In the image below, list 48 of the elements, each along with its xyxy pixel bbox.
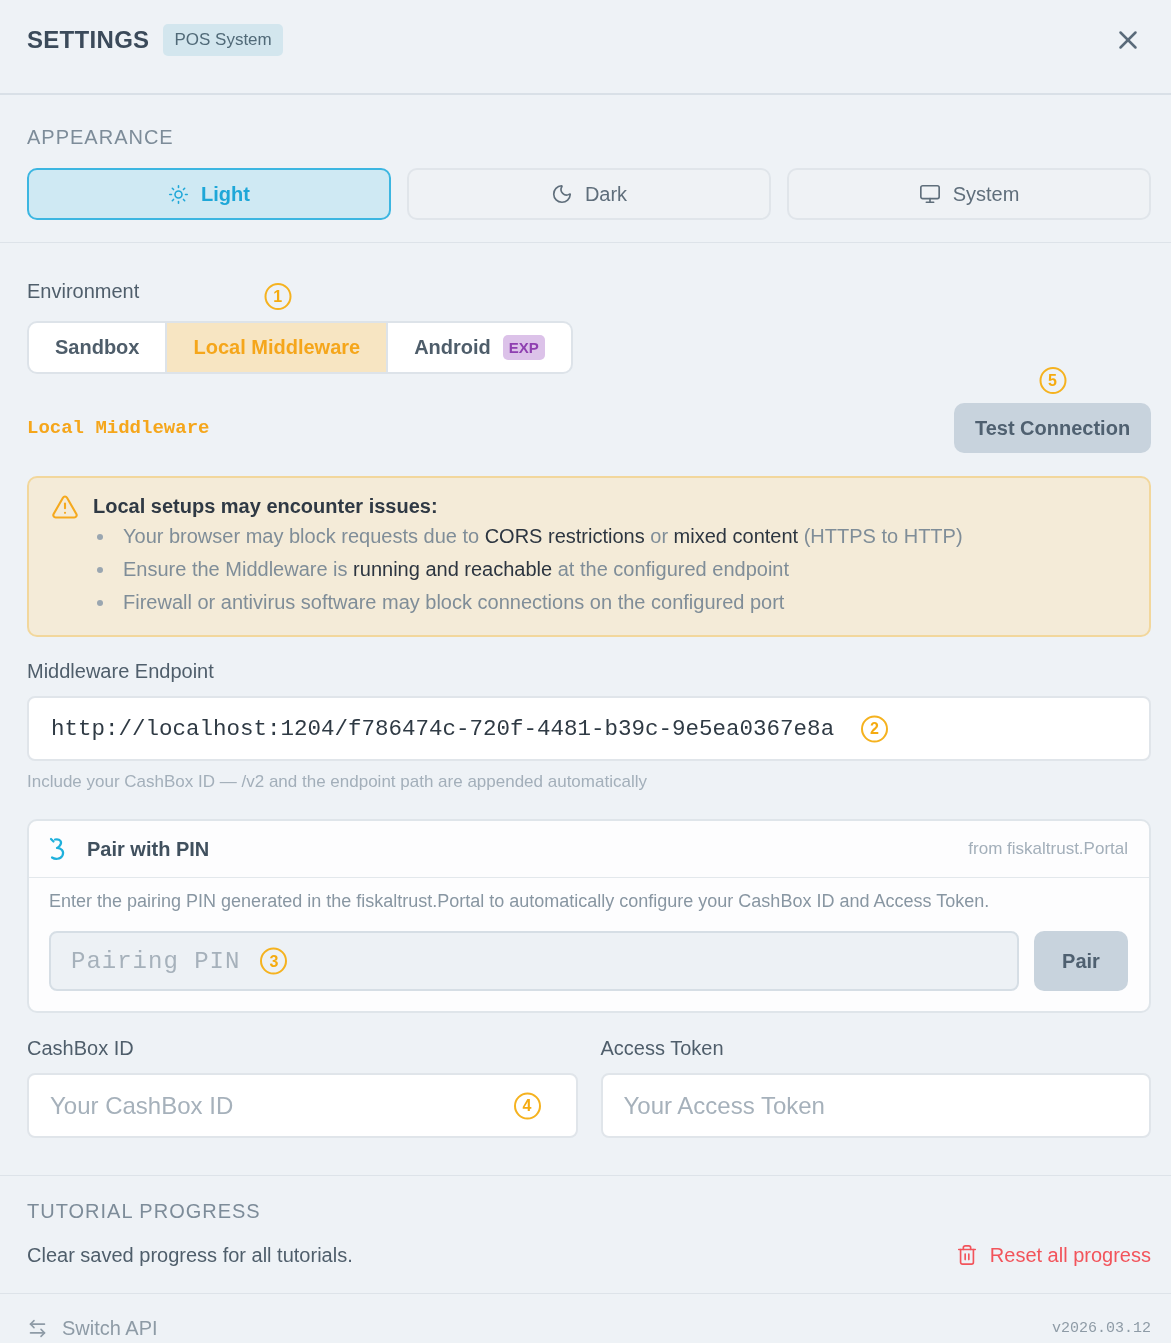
field-label: Access Token [600,1036,724,1060]
title-badge: POS System [163,23,283,56]
switch-api-button[interactable]: Switch API [27,1316,158,1340]
environment-tab[interactable]: Android EXP [388,321,573,374]
warning-title: Local setups may encounter issues: [93,494,438,519]
tab-label: Android [414,336,491,359]
step-marker: 3 [260,947,288,975]
section-heading: APPEARANCE [27,125,174,149]
card-source: from fiskaltrust.Portal [968,839,1128,859]
sun-icon [168,183,190,205]
section-heading: TUTORIAL PROGRESS [27,1199,261,1223]
tab-badge: EXP [502,335,545,360]
warning-icon [51,493,79,521]
warning-item: Ensure the Middleware is running and reachable at the configured endpoint [123,558,789,581]
version-label: v2026.03.12 [1051,1319,1151,1337]
step-marker: 4 [513,1092,541,1119]
theme-option[interactable]: System [787,168,1151,220]
window-title: SETTINGS [27,25,150,54]
field-hint: Include your CashBox ID — /v2 and the endpoint path are appended automatically [27,772,647,792]
tutorial-description: Clear saved progress for all tutorials. [27,1243,353,1267]
card-description: Enter the pairing PIN generated in the fiskaltrust.Portal to automatically configure your CashBox ID and Access Token. [49,890,990,913]
input-field[interactable]: Your Access Token [600,1073,1151,1138]
bullet-icon [97,566,103,573]
reset-progress-button[interactable]: Reset all progress [955,1243,1151,1267]
squiggle-icon [49,837,67,861]
test-connection-button[interactable]: Test Connection [954,403,1151,453]
pair-button[interactable]: Pair [1034,931,1128,991]
step-marker: 1 [264,283,292,310]
field-label: CashBox ID [27,1036,134,1060]
monitor-icon [918,183,941,205]
field-label: Middleware Endpoint [27,659,214,683]
theme-option[interactable]: Dark [407,168,771,220]
theme-option[interactable]: Light [27,168,391,220]
warning-item: Firewall or antivirus software may block connections on the configured port [123,591,785,614]
step-marker: 5 [1039,367,1066,394]
bullet-icon [97,533,103,540]
warning-item: Your browser may block requests due to CORS restrictions or mixed content (HTTPS to HTTP) [123,525,963,548]
moon-icon [550,183,573,205]
tab-label: Local Middleware [193,336,361,359]
field-label: Environment [27,279,140,303]
step-marker: 2 [861,715,888,742]
tab-label: Sandbox [55,336,140,359]
bullet-icon [97,599,103,606]
arrows-icon [27,1317,48,1339]
trash-icon [955,1244,978,1266]
mode-label: Local Middleware [27,417,210,439]
environment-tab[interactable]: Sandbox [27,321,168,374]
card-title: Pair with PIN [87,837,210,861]
